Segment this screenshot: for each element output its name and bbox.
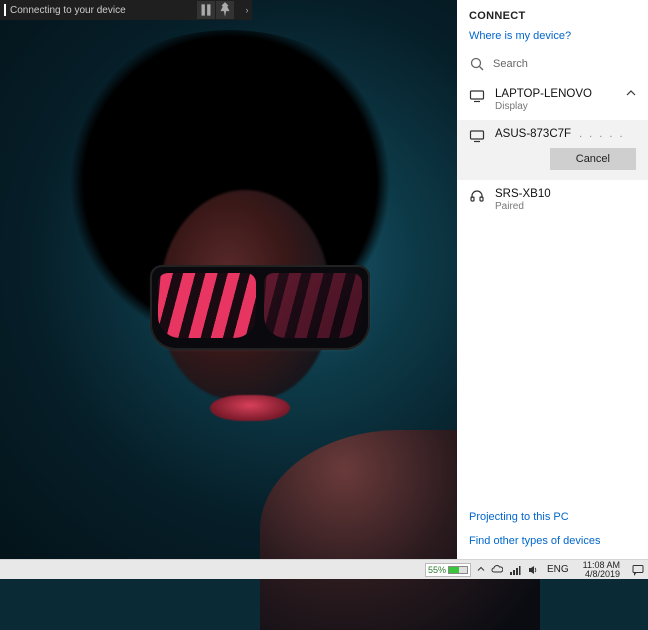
device-srs-xb10[interactable]: SRS-XB10 Paired [457,180,648,220]
device-name: SRS-XB10 [495,188,636,200]
taskbar: 55% ENG 11:08 AM 4/8/2019 [0,559,648,579]
pin-button[interactable] [216,1,234,19]
date-label: 4/8/2019 [585,570,620,579]
battery-icon [448,566,468,574]
action-center-icon[interactable] [632,564,644,576]
battery-pct: 55% [428,565,446,575]
projecting-link[interactable]: Projecting to this PC [457,505,648,529]
device-name: ASUS-873C7F [495,128,571,140]
search-icon [469,56,485,72]
battery-indicator[interactable]: 55% [425,563,471,577]
headphones-icon [469,188,485,204]
system-tray: ENG 11:08 AM 4/8/2019 [473,561,648,579]
display-icon [469,88,485,104]
where-is-device-link[interactable]: Where is my device? [457,28,648,50]
volume-icon[interactable] [527,564,539,576]
connecting-top-bar: Connecting to your device › [0,0,252,20]
language-indicator[interactable]: ENG [545,564,571,575]
pause-icon [197,1,215,19]
overflow-caret[interactable]: › [242,5,252,15]
display-icon [469,128,485,144]
search-row[interactable]: Search [457,50,648,80]
cancel-button[interactable]: Cancel [550,148,636,170]
wallpaper-lips [210,395,290,421]
device-sub: Display [495,101,616,112]
device-name: LAPTOP-LENOVO [495,88,616,100]
connecting-title: Connecting to your device [10,5,196,16]
onedrive-icon[interactable] [491,564,503,576]
connect-panel: CONNECT Where is my device? Search LAPTO… [457,0,648,559]
tray-overflow-icon[interactable] [477,565,485,575]
wallpaper-sunglasses [150,265,370,350]
network-icon[interactable] [509,564,521,576]
connecting-dots: . . . . . [579,128,625,140]
chevron-up-icon[interactable] [626,88,636,101]
other-devices-link[interactable]: Find other types of devices [457,529,648,559]
device-asus[interactable]: ASUS-873C7F . . . . . Cancel [457,120,648,180]
bar-marker [4,4,6,16]
device-sub: Paired [495,201,636,212]
panel-title: CONNECT [457,0,648,28]
clock[interactable]: 11:08 AM 4/8/2019 [577,561,626,579]
device-laptop-lenovo[interactable]: LAPTOP-LENOVO Display [457,80,648,120]
search-label: Search [493,58,528,70]
pin-icon [216,1,234,19]
pause-button[interactable] [197,1,215,19]
